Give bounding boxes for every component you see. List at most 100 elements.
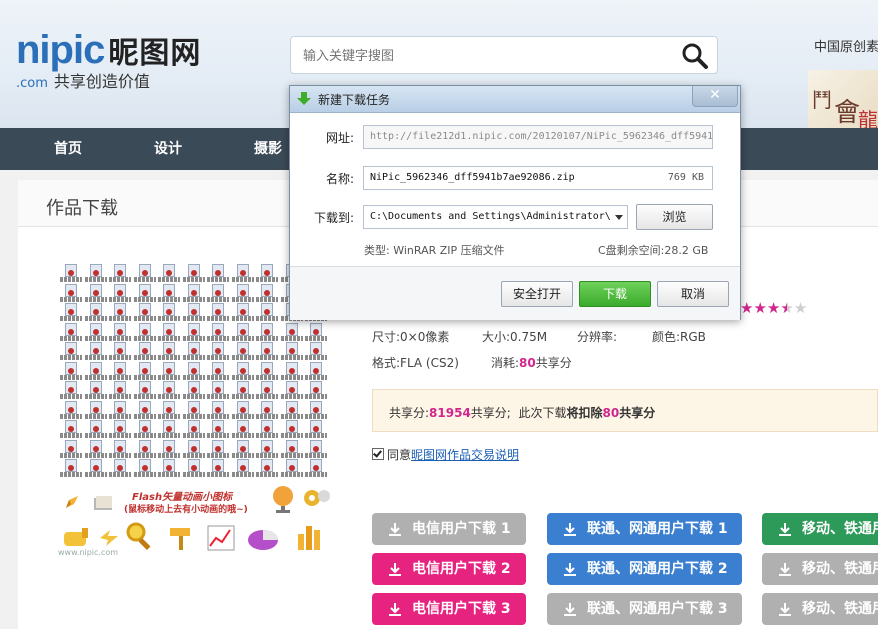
download-button-telecom-3[interactable]: 电信用户下载 3	[372, 593, 526, 625]
cancel-button[interactable]: 取消	[657, 281, 729, 307]
logo-tagline: .com 共享创造价值	[16, 68, 150, 92]
file-icon	[207, 264, 229, 284]
info-cost: 消耗:80共享分	[491, 356, 572, 370]
file-icon	[305, 459, 327, 479]
signpost-icon	[170, 528, 190, 550]
file-icon	[60, 459, 82, 479]
agreement-checkbox[interactable]	[372, 448, 384, 460]
file-icon	[305, 361, 327, 382]
file-icon	[133, 459, 156, 479]
url-field[interactable]: http://file212d1.nipic.com/20120107/NiPi…	[363, 125, 713, 149]
file-icon	[280, 420, 303, 440]
file-icon	[256, 361, 278, 382]
download-button-telecom-2[interactable]: 电信用户下载 2	[372, 553, 526, 585]
file-icon	[109, 420, 131, 440]
file-icon	[133, 400, 156, 421]
file-icon	[60, 439, 82, 460]
save-location-label: 下载到:	[313, 211, 354, 225]
file-icon	[158, 459, 180, 479]
chevron-down-icon	[615, 215, 623, 220]
search-input[interactable]	[291, 37, 675, 75]
file-icon	[182, 381, 205, 401]
download-button-telecom-1[interactable]: 电信用户下载 1	[372, 513, 526, 545]
browse-button[interactable]: 浏览	[636, 204, 713, 230]
file-icon	[207, 400, 229, 421]
file-icon	[133, 439, 156, 460]
file-icon	[158, 342, 180, 362]
file-icon	[158, 420, 180, 440]
file-icon	[305, 381, 327, 401]
file-icon	[109, 264, 131, 284]
file-icon	[280, 459, 303, 479]
file-icon	[182, 322, 205, 343]
file-icon	[133, 283, 156, 304]
star-icon: ★	[753, 299, 767, 317]
file-icon	[256, 439, 278, 460]
download-button-mobile-3[interactable]: 移动、铁通用户下载 3	[762, 593, 878, 625]
search-icon[interactable]	[679, 40, 711, 72]
file-icon	[109, 283, 131, 304]
file-icon	[109, 400, 131, 421]
file-icon	[231, 303, 254, 323]
file-icon	[231, 264, 254, 284]
logo-chinese: 昵图网	[108, 37, 202, 70]
search-magnifier-icon	[126, 522, 151, 551]
download-button-mobile-1[interactable]: 移动、铁通用户下载 1	[762, 513, 878, 545]
logo-dotcom: .com	[16, 76, 48, 91]
info-filesize: 大小:0.75M	[482, 330, 548, 344]
download-button-unicom-2[interactable]: 联通、网通用户下载 2	[547, 553, 742, 585]
download-icon	[564, 523, 576, 536]
site-logo[interactable]: nipic 昵图网 .com 共享创造价值	[16, 30, 202, 91]
dialog-titlebar[interactable]: 新建下载任务 ✕	[290, 86, 740, 113]
file-icon	[133, 361, 156, 382]
file-icon	[256, 322, 278, 343]
file-icon	[256, 342, 278, 362]
download-button-unicom-1[interactable]: 联通、网通用户下载 1	[547, 513, 742, 545]
close-icon[interactable]: ✕	[692, 86, 738, 107]
preview-title: Flash矢量动画小图标	[132, 492, 233, 503]
file-type: 类型: WinRAR ZIP 压缩文件	[364, 244, 505, 257]
file-icon	[231, 420, 254, 440]
download-button[interactable]: 下载	[579, 281, 651, 307]
download-icon	[564, 563, 576, 576]
file-icon	[84, 400, 107, 421]
file-icon	[109, 342, 131, 362]
file-icon	[256, 283, 278, 304]
file-icon	[256, 400, 278, 421]
file-icon	[158, 303, 180, 323]
file-icon	[60, 264, 82, 284]
file-icon	[133, 264, 156, 284]
dialog-footer: 安全打开 下载 取消	[290, 266, 740, 320]
download-button-unicom-3[interactable]: 联通、网通用户下载 3	[547, 593, 742, 625]
save-location-select[interactable]: C:\Documents and Settings\Administrator\	[363, 205, 628, 229]
file-icon	[231, 283, 254, 304]
filename-field[interactable]: NiPic_5962346_dff5941b7ae92086.zip 769 K…	[363, 166, 713, 190]
file-icon	[158, 439, 180, 460]
free-space: C盘剩余空间:28.2 GB	[598, 244, 709, 257]
preview-subtitle: (鼠标移动上去有小动画的哦~)	[124, 505, 248, 515]
lightning-icon	[100, 530, 118, 546]
file-icon	[60, 283, 82, 304]
agreement-link[interactable]: 昵图网作品交易说明	[411, 448, 519, 462]
info-color: 颜色:RGB	[652, 330, 706, 344]
rating-stars: ★★★★★	[740, 301, 807, 316]
download-button-mobile-2[interactable]: 移动、铁通用户下载 2	[762, 553, 878, 585]
file-icon	[109, 381, 131, 401]
file-icon	[182, 264, 205, 284]
nav-item-home[interactable]: 首页	[54, 128, 82, 170]
bar-chart-icon	[298, 526, 320, 550]
file-icon	[60, 400, 82, 421]
file-icon	[84, 322, 107, 343]
safe-open-button[interactable]: 安全打开	[501, 281, 573, 307]
file-icon	[231, 439, 254, 460]
nav-item-photo[interactable]: 摄影	[254, 128, 282, 170]
file-icon	[109, 439, 131, 460]
filename-value: NiPic_5962346_dff5941b7ae92086.zip	[370, 172, 575, 183]
file-icon	[305, 400, 327, 421]
points-text: 共享分:81954共享分; 此次下载将扣除80共享分	[389, 406, 656, 420]
file-icon	[84, 459, 107, 479]
file-icon	[207, 439, 229, 460]
file-icon	[182, 459, 205, 479]
nav-item-design[interactable]: 设计	[154, 128, 182, 170]
download-icon	[389, 563, 401, 576]
